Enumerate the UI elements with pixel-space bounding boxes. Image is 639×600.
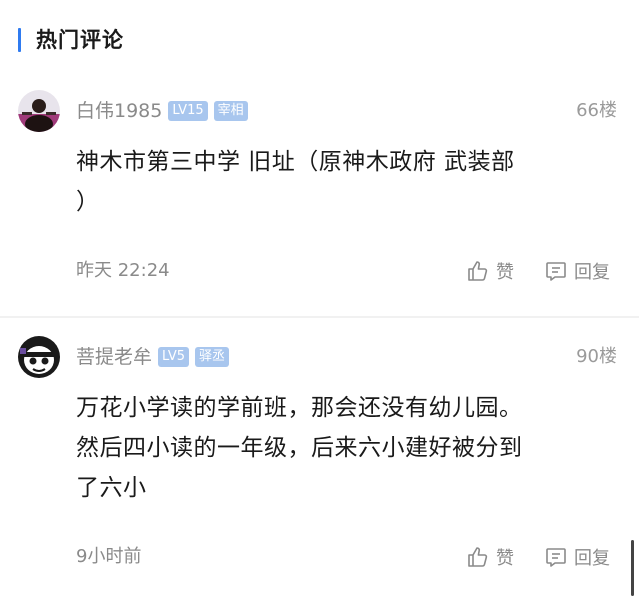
reply-button[interactable]: 回复 (544, 256, 610, 286)
section-title: 热门评论 (36, 28, 124, 52)
user-info-row: 菩提老牟 LV5 驿丞 (76, 342, 230, 372)
section-header: 热门评论 (0, 0, 639, 82)
rank-badge: 宰相 (213, 101, 248, 121)
comment-line: 万花小学读的学前班，那会还没有幼儿园。 (76, 395, 523, 421)
user-photo-avatar-icon (18, 90, 60, 132)
comment-line: 神木市第三中学 旧址（原神木政府 武装部 (76, 149, 515, 175)
floor-number: 66楼 (576, 100, 617, 121)
username[interactable]: 白伟1985 (76, 96, 162, 126)
comment-bubble-icon (546, 262, 566, 281)
level-badge: LV15 (168, 101, 208, 121)
section-accent-bar (18, 28, 21, 52)
comment-item: 菩提老牟 LV5 驿丞 90楼 万花小学读的学前班，那会还没有幼儿园。 然后四小… (0, 328, 639, 600)
scrollbar[interactable] (631, 540, 634, 596)
username[interactable]: 菩提老牟 (76, 342, 152, 372)
rank-badge: 驿丞 (195, 347, 230, 367)
comment-line: ） (76, 189, 100, 215)
reply-label: 回复 (574, 548, 610, 569)
thumbs-up-icon (468, 547, 488, 567)
like-label: 赞 (496, 548, 514, 569)
comment-item: 白伟1985 LV15 宰相 66楼 神木市第三中学 旧址（原神木政府 武装部 … (0, 82, 639, 318)
reply-button[interactable]: 回复 (544, 542, 610, 572)
comment-line: 了六小 (76, 475, 147, 501)
floor-number: 90楼 (576, 346, 617, 367)
user-avatar[interactable] (18, 336, 60, 378)
user-avatar[interactable] (18, 90, 60, 132)
level-badge: LV5 (158, 347, 189, 367)
hot-comments-page: 热门评论 白伟1985 LV15 宰相 66楼 神木市第三中学 旧址（原神木政府… (0, 0, 639, 600)
comment-footer: 昨天 22:24 赞 回复 (76, 256, 619, 286)
comment-bubble-icon (546, 548, 566, 567)
comment-footer: 9小时前 赞 回复 (76, 542, 619, 572)
cartoon-avatar-icon (18, 336, 60, 378)
user-info-row: 白伟1985 LV15 宰相 (76, 96, 248, 126)
comment-content: 万花小学读的学前班，那会还没有幼儿园。 然后四小读的一年级，后来六小建好被分到 … (76, 388, 616, 508)
comment-divider (0, 316, 639, 318)
reply-label: 回复 (574, 262, 610, 283)
comment-content: 神木市第三中学 旧址（原神木政府 武装部 ） (76, 142, 616, 222)
like-button[interactable]: 赞 (466, 542, 514, 572)
like-button[interactable]: 赞 (466, 256, 514, 286)
thumbs-up-icon (468, 261, 488, 281)
like-label: 赞 (496, 262, 514, 283)
comment-time: 昨天 22:24 (76, 260, 170, 281)
comment-time: 9小时前 (76, 546, 142, 567)
comment-line: 然后四小读的一年级，后来六小建好被分到 (76, 435, 523, 461)
